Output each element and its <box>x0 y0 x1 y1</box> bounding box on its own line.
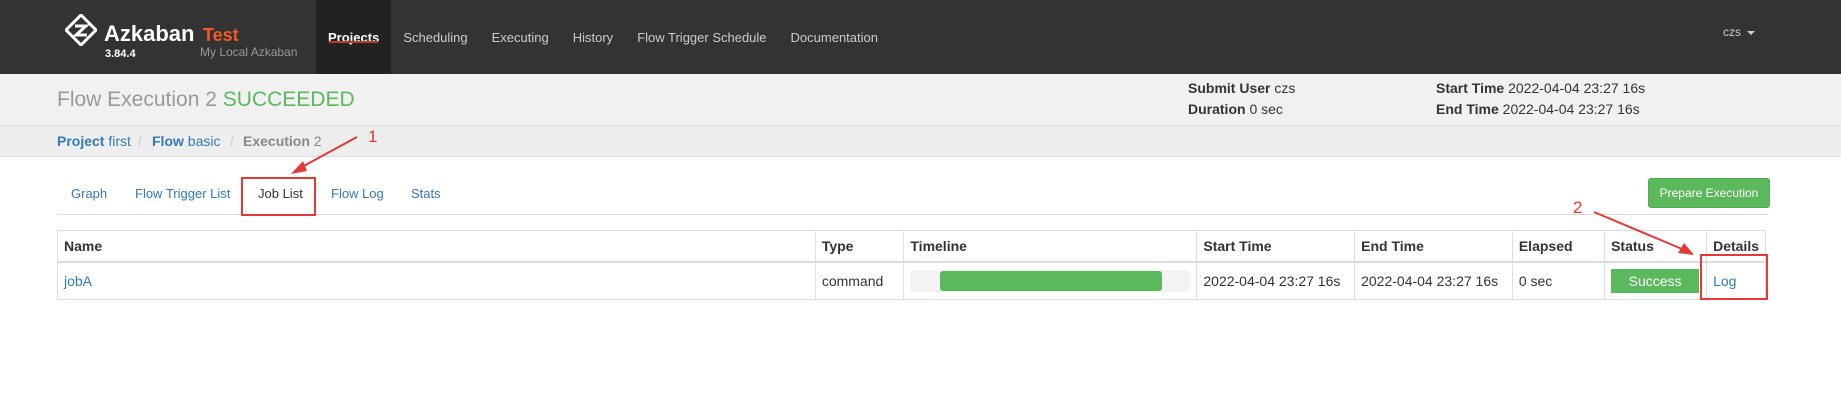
annotation-arrow-2 <box>1593 211 1694 255</box>
annotation-arrow-1 <box>291 136 358 174</box>
annotation-arrows <box>291 136 1694 255</box>
